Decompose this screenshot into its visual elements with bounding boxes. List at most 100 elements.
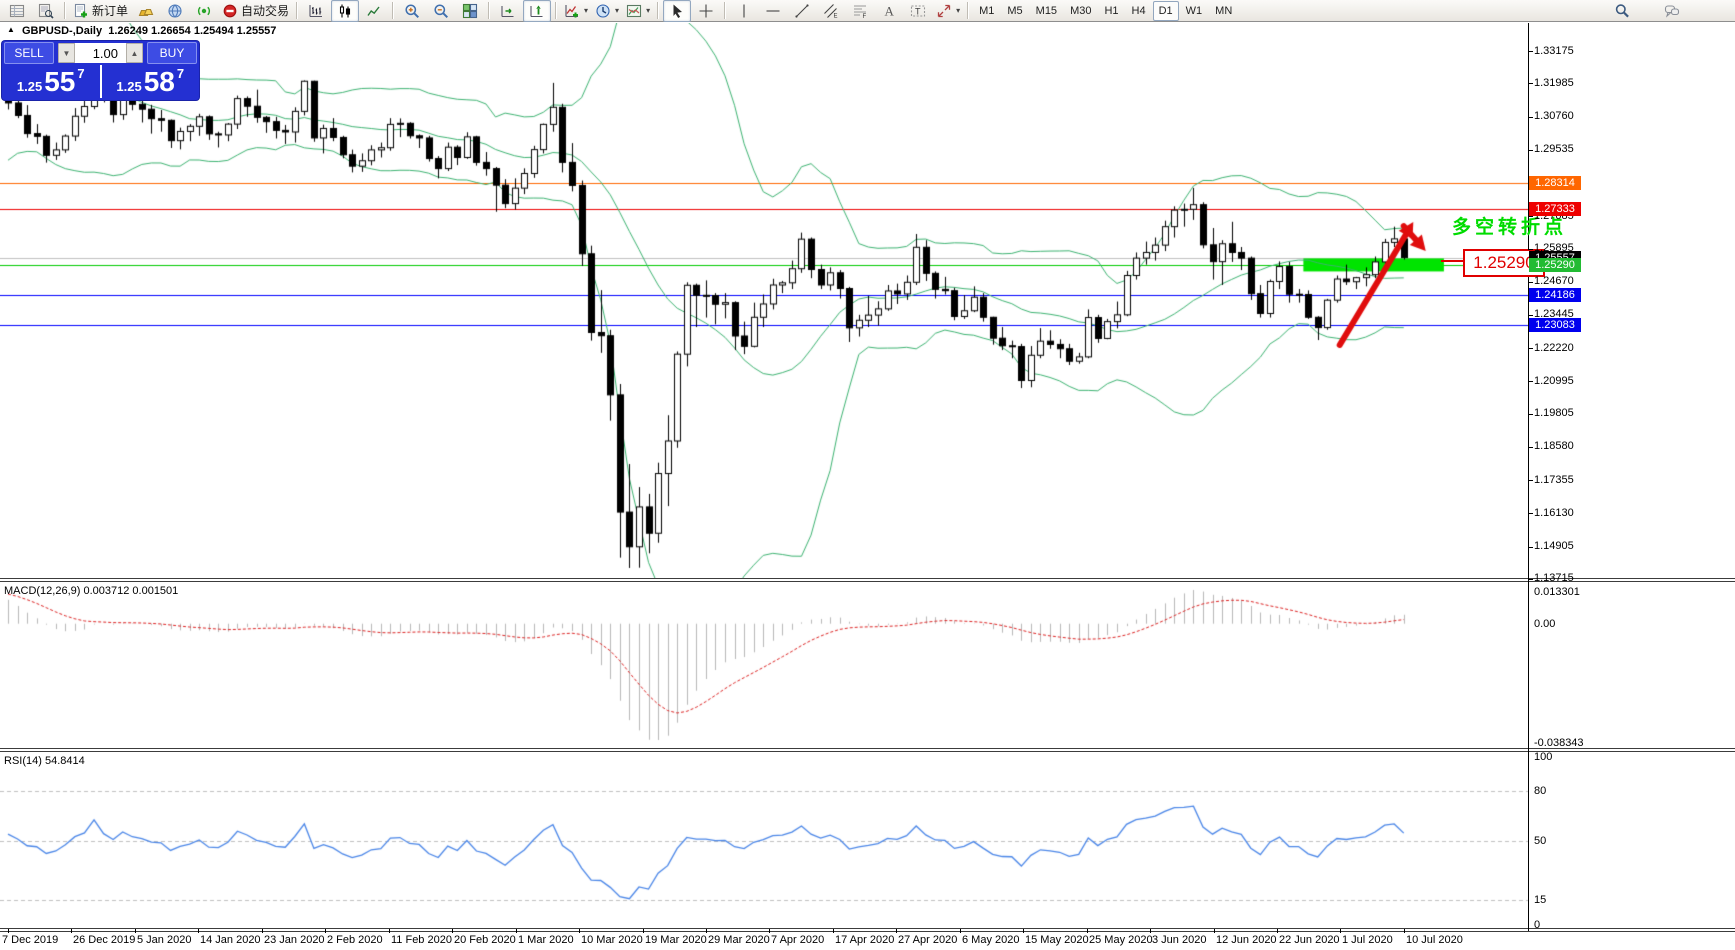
y-axis-tick-label: 1.29535 — [1534, 143, 1574, 155]
zoom-in-icon[interactable] — [398, 0, 426, 22]
x-axis-date-label: 20 Feb 2020 — [454, 934, 516, 946]
y-axis-tick — [1528, 447, 1533, 448]
text-label-icon[interactable]: T — [904, 0, 932, 22]
fibonacci-icon[interactable]: F — [846, 0, 874, 22]
toolbar-separator — [555, 2, 557, 19]
horizontal-line-icon[interactable] — [759, 0, 787, 22]
y-axis-tick-label: 1.20995 — [1534, 375, 1574, 387]
timeframe-m1-button[interactable]: M1 — [973, 1, 1000, 21]
sell-price[interactable]: 1.25 55 7 — [2, 65, 102, 98]
panel-splitter-dates — [0, 928, 1735, 932]
market-watch-icon[interactable] — [3, 0, 31, 22]
y-axis-tick-label: 1.19805 — [1534, 407, 1574, 419]
trendline-icon[interactable] — [788, 0, 816, 22]
auto-scroll-icon[interactable] — [494, 0, 522, 22]
chart-shift-icon[interactable] — [523, 0, 551, 22]
svg-text:F: F — [863, 14, 867, 19]
crosshair-icon[interactable] — [692, 0, 720, 22]
timeframe-m5-button[interactable]: M5 — [1001, 1, 1028, 21]
x-axis-tick — [262, 929, 263, 933]
bar-chart-icon[interactable] — [302, 0, 330, 22]
collapse-triangle-icon[interactable]: ▲ — [7, 25, 15, 34]
y-axis-tick — [1528, 381, 1533, 382]
x-axis-tick — [325, 929, 326, 933]
y-axis-tick-label: 1.13715 — [1534, 572, 1574, 584]
macd-indicator-chart[interactable] — [0, 582, 1528, 748]
volume-input[interactable]: 1.00 — [75, 46, 126, 61]
tile-windows-icon[interactable] — [456, 0, 484, 22]
text-icon[interactable]: A — [875, 0, 903, 22]
symbol-period-label: GBPUSD-,Daily — [22, 25, 102, 37]
dropdown-caret-icon: ▾ — [615, 6, 619, 15]
x-axis-tick — [1277, 929, 1278, 933]
toolbar-separator — [967, 2, 969, 19]
svg-text:T: T — [915, 6, 921, 16]
x-axis-tick — [1023, 929, 1024, 933]
volume-decrease-button[interactable]: ▼ — [58, 43, 75, 63]
timeframe-mn-button[interactable]: MN — [1209, 1, 1238, 21]
sell-button[interactable]: SELL — [4, 42, 54, 64]
sell-price-pipette: 7 — [77, 65, 84, 81]
buy-price[interactable]: 1.25 58 7 — [102, 65, 200, 98]
chat-icon[interactable] — [1658, 0, 1686, 22]
gold-icon[interactable] — [132, 0, 160, 22]
x-axis-date-label: 23 Jan 2020 — [264, 934, 325, 946]
periods-button[interactable]: ▾ — [592, 0, 622, 22]
line-chart-icon[interactable] — [360, 0, 388, 22]
y-axis-tick-label: 1.18580 — [1534, 440, 1574, 452]
y-axis-tick-label: 1.24670 — [1534, 275, 1574, 287]
timeframe-h4-button[interactable]: H4 — [1126, 1, 1152, 21]
price-axis-line — [1528, 23, 1529, 931]
equidistant-channel-icon[interactable]: E — [817, 0, 845, 22]
macd-axis-label: 0.013301 — [1534, 586, 1580, 598]
arrow-tools-icon[interactable]: ▾ — [933, 0, 963, 22]
y-axis-tick — [1528, 51, 1533, 52]
new-order-button[interactable]: 新订单 — [70, 0, 131, 22]
price-chart[interactable] — [0, 23, 1528, 578]
y-axis-tick-label: 1.31985 — [1534, 77, 1574, 89]
x-axis-tick — [833, 929, 834, 933]
volume-increase-button[interactable]: ▲ — [126, 43, 143, 63]
cursor-icon[interactable] — [663, 0, 691, 22]
toolbar-separator — [657, 2, 659, 19]
sell-price-big-figure: 1.25 — [17, 79, 42, 98]
chart-title: GBPUSD-,Daily 1.26249 1.26654 1.25494 1.… — [22, 25, 276, 37]
x-axis-date-label: 12 Jun 2020 — [1216, 934, 1277, 946]
candlestick-chart-icon[interactable] — [331, 0, 359, 22]
search-icon[interactable] — [1608, 0, 1636, 22]
x-axis-tick — [389, 929, 390, 933]
x-axis-date-label: 6 May 2020 — [962, 934, 1019, 946]
timeframe-w1-button[interactable]: W1 — [1180, 1, 1209, 21]
y-axis-tick-label: 1.33175 — [1534, 45, 1574, 57]
timeframe-h1-button[interactable]: H1 — [1098, 1, 1124, 21]
y-axis-tick — [1528, 513, 1533, 514]
vertical-line-icon[interactable] — [730, 0, 758, 22]
zoom-out-icon[interactable] — [427, 0, 455, 22]
x-axis-tick — [643, 929, 644, 933]
signals-icon[interactable] — [190, 0, 218, 22]
panel-splitter-rsi[interactable] — [0, 748, 1735, 752]
x-axis-date-label: 7 Dec 2019 — [2, 934, 58, 946]
x-axis-tick — [579, 929, 580, 933]
indicators-button[interactable]: ▾ — [561, 0, 591, 22]
buy-price-big-figure: 1.25 — [116, 79, 141, 98]
templates-button[interactable]: ▾ — [623, 0, 653, 22]
timeframe-m30-button[interactable]: M30 — [1064, 1, 1097, 21]
buy-button[interactable]: BUY — [147, 42, 197, 64]
rsi-indicator-chart[interactable] — [0, 752, 1528, 928]
timeframe-m15-button[interactable]: M15 — [1030, 1, 1063, 21]
x-axis-date-label: 10 Mar 2020 — [581, 934, 643, 946]
timeframe-d1-button[interactable]: D1 — [1153, 1, 1179, 21]
x-axis-date-label: 14 Jan 2020 — [200, 934, 261, 946]
x-axis-tick — [1087, 929, 1088, 933]
auto-trading-button[interactable]: 自动交易 — [219, 0, 292, 22]
data-window-icon[interactable] — [32, 0, 60, 22]
rsi-axis-label: 0 — [1534, 919, 1540, 931]
x-axis-date-label: 26 Dec 2019 — [73, 934, 135, 946]
x-axis-tick — [1340, 929, 1341, 933]
panel-splitter-macd[interactable] — [0, 578, 1735, 582]
toolbar-separator — [724, 2, 726, 19]
dropdown-caret-icon: ▾ — [646, 6, 650, 15]
price-level-badge: 1.23083 — [1529, 318, 1581, 332]
web-terminal-icon[interactable] — [161, 0, 189, 22]
